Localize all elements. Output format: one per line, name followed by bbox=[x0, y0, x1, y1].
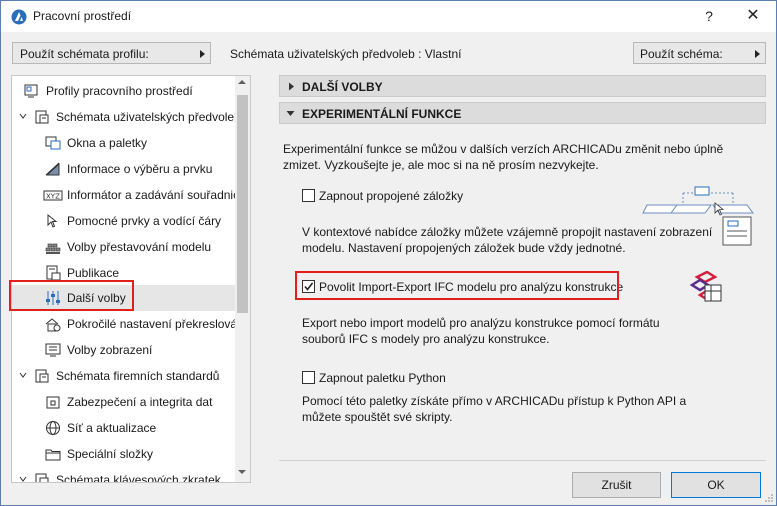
ifc-logo-icon bbox=[689, 271, 722, 302]
tree-item-selection-info[interactable]: Informace o výběru a prvku bbox=[12, 156, 236, 182]
section-experimental-features[interactable]: EXPERIMENTÁLNÍ FUNKCE bbox=[279, 102, 766, 124]
section-title: DALŠÍ VOLBY bbox=[302, 80, 383, 94]
python-palette-label[interactable]: Zapnout paletku Python bbox=[319, 371, 446, 385]
resize-grip-icon[interactable] bbox=[764, 493, 774, 503]
tree-item-label: Speciální složky bbox=[67, 447, 154, 461]
tree-item-security[interactable]: Zabezpečení a integrita dat bbox=[12, 389, 236, 415]
apply-scheme-label: Použít schéma: bbox=[640, 47, 723, 61]
python-palette-description: Pomocí této paletky získáte přímo v ARCH… bbox=[302, 394, 687, 424]
tree-item-display-options[interactable]: Volby zobrazení bbox=[12, 337, 236, 363]
title-bar: Pracovní prostředí ? ✕ bbox=[1, 1, 776, 32]
tree-item-label: Informace o výběru a prvku bbox=[67, 162, 213, 176]
footer-divider bbox=[279, 460, 766, 461]
company-scheme-icon bbox=[35, 369, 49, 383]
publishing-icon bbox=[46, 265, 61, 281]
tree-item-network[interactable]: Síť a aktualizace bbox=[12, 415, 236, 441]
tree-item-guide-lines[interactable]: Pomocné prvky a vodící čáry bbox=[12, 208, 236, 234]
linked-tabs-label[interactable]: Zapnout propojené záložky bbox=[319, 189, 463, 203]
tree-item-label: Informátor a zadávání souřadnic bbox=[67, 188, 236, 202]
triangle-down-icon bbox=[286, 111, 295, 116]
xyz-coordinates-icon: XYZ bbox=[43, 190, 63, 201]
profiles-icon bbox=[24, 84, 38, 98]
chevron-down-icon[interactable] bbox=[19, 475, 27, 483]
selection-info-icon bbox=[45, 162, 60, 176]
arrow-right-icon bbox=[200, 50, 205, 58]
ifc-structural-description: Export nebo import modelů pro analýzu ko… bbox=[302, 316, 660, 346]
redraw-settings-icon bbox=[45, 318, 61, 332]
python-palette-checkbox[interactable] bbox=[302, 371, 315, 384]
tree-item-label: Volby zobrazení bbox=[67, 343, 153, 357]
tree-item-special-folders[interactable]: Speciální složky bbox=[12, 441, 236, 467]
tree-item-label: Schémata uživatelských předvoleb bbox=[56, 110, 236, 124]
shortcut-scheme-icon bbox=[35, 473, 49, 482]
tree-item-company-schemes[interactable]: Schémata firemních standardů bbox=[12, 363, 236, 389]
tree-scrollbar-thumb[interactable] bbox=[237, 95, 248, 313]
scroll-down-arrow-icon[interactable] bbox=[238, 470, 246, 474]
tree-item-label: Publikace bbox=[67, 266, 120, 280]
cancel-button[interactable]: Zrušit bbox=[572, 472, 661, 498]
current-scheme-label: Schémata uživatelských předvoleb : Vlast… bbox=[230, 47, 462, 61]
network-icon bbox=[46, 421, 60, 435]
section-more-options[interactable]: DALŠÍ VOLBY bbox=[279, 75, 766, 97]
svg-text:XYZ: XYZ bbox=[46, 193, 60, 201]
chevron-down-icon[interactable] bbox=[19, 371, 27, 379]
close-button[interactable]: ✕ bbox=[739, 6, 767, 26]
section-title: EXPERIMENTÁLNÍ FUNKCE bbox=[302, 107, 462, 121]
tree-item-user-schemes[interactable]: Schémata uživatelských předvoleb bbox=[12, 104, 236, 130]
tree-item-shortcut-schemes[interactable]: Schémata klávesových zkratek bbox=[12, 467, 236, 483]
tree-item-label: Síť a aktualizace bbox=[67, 421, 157, 435]
apply-profile-schemes-button[interactable]: Použít schémata profilu: bbox=[12, 42, 211, 64]
tree-item-label: Profily pracovního prostředí bbox=[46, 84, 193, 98]
tree-item-model-rebuild[interactable]: Volby přestavování modelu bbox=[12, 234, 236, 260]
ok-button[interactable]: OK bbox=[671, 472, 761, 498]
tree-item-label: Okna a paletky bbox=[67, 136, 148, 150]
user-scheme-icon bbox=[35, 110, 49, 124]
settings-tree: Profily pracovního prostředí Schémata už… bbox=[11, 75, 251, 483]
scheme-bar: Použít schémata profilu: Schémata uživat… bbox=[1, 32, 776, 72]
options-panel: DALŠÍ VOLBY EXPERIMENTÁLNÍ FUNKCE Experi… bbox=[279, 75, 768, 459]
selected-item-highlight bbox=[9, 280, 134, 311]
tree-item-label: Schémata klávesových zkratek bbox=[56, 473, 221, 483]
scroll-up-arrow-icon[interactable] bbox=[238, 80, 246, 84]
tree-item-coordinates[interactable]: XYZ Informátor a zadávání souřadnic bbox=[12, 182, 236, 208]
guide-lines-icon bbox=[47, 213, 58, 228]
security-icon bbox=[46, 396, 60, 409]
apply-profile-schemes-label: Použít schémata profilu: bbox=[20, 47, 149, 61]
ifc-option-highlight bbox=[295, 271, 619, 300]
help-button[interactable]: ? bbox=[696, 6, 722, 26]
linked-tabs-illustration-icon bbox=[642, 186, 754, 246]
tree-item-profiles[interactable]: Profily pracovního prostředí bbox=[12, 78, 236, 104]
workspace-dialog: Pracovní prostředí ? ✕ Použít schémata p… bbox=[0, 0, 777, 506]
triangle-right-icon bbox=[289, 82, 294, 91]
window-title: Pracovní prostředí bbox=[33, 9, 132, 23]
tree-item-label: Schémata firemních standardů bbox=[56, 369, 220, 383]
model-rebuild-icon bbox=[45, 243, 61, 254]
tree-item-windows-palettes[interactable]: Okna a paletky bbox=[12, 130, 236, 156]
tree-item-label: Zabezpečení a integrita dat bbox=[67, 395, 213, 409]
display-options-icon bbox=[45, 343, 61, 357]
tree-item-label: Pokročilé nastavení překreslování bbox=[67, 317, 236, 331]
tree-item-redraw-settings[interactable]: Pokročilé nastavení překreslování bbox=[12, 311, 236, 337]
tree-item-label: Volby přestavování modelu bbox=[67, 240, 212, 254]
windows-palettes-icon bbox=[45, 136, 61, 150]
apply-scheme-button[interactable]: Použít schéma: bbox=[633, 42, 766, 64]
experimental-intro-text: Experimentální funkce se můžou v dalších… bbox=[283, 142, 724, 172]
archicad-logo-icon bbox=[11, 9, 27, 25]
folders-icon bbox=[45, 449, 61, 461]
tree-item-label: Pomocné prvky a vodící čáry bbox=[67, 214, 222, 228]
arrow-right-icon bbox=[755, 50, 760, 58]
linked-tabs-checkbox[interactable] bbox=[302, 189, 315, 202]
chevron-down-icon[interactable] bbox=[19, 112, 27, 120]
